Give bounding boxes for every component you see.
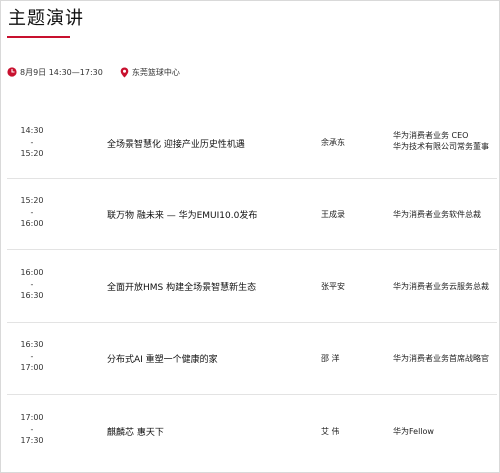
row-divider bbox=[7, 322, 497, 323]
page-title: 主题演讲 bbox=[8, 8, 84, 29]
time-end: 17:30 bbox=[20, 436, 44, 445]
time-end: 16:30 bbox=[20, 291, 44, 300]
speaker-role: 华为消费者业务软件总裁 bbox=[393, 209, 481, 220]
time-end: 15:20 bbox=[20, 149, 44, 158]
speaker-role-line: 华为技术有限公司常务董事 bbox=[393, 142, 489, 151]
session-speaker: 邵 洋 bbox=[321, 354, 340, 363]
speaker-role: 华为Fellow bbox=[393, 426, 434, 437]
event-date-text: 8月9日 14:30—17:30 bbox=[20, 67, 103, 77]
clock-icon bbox=[7, 67, 17, 77]
speaker-role: 华为消费者业务云服务总裁 bbox=[393, 281, 489, 292]
session-speaker: 张平安 bbox=[321, 282, 345, 291]
session-topic: 分布式AI 重塑一个健康的家 bbox=[107, 355, 218, 365]
session-topic: 麒麟芯 惠天下 bbox=[107, 428, 164, 438]
event-venue: 东莞篮球中心 bbox=[120, 67, 180, 78]
time-separator: - bbox=[30, 279, 34, 289]
time-end: 16:00 bbox=[20, 219, 44, 228]
event-meta: 8月9日 14:30—17:30 东莞篮球中心 bbox=[7, 65, 197, 79]
time-separator: - bbox=[30, 351, 34, 361]
time-start: 15:20 bbox=[20, 196, 44, 205]
time-end: 17:00 bbox=[20, 363, 44, 372]
speaker-role: 华为消费者业务首席战略官 bbox=[393, 353, 489, 364]
time-start: 16:00 bbox=[20, 268, 44, 277]
session-time: 15:20 - 16:00 bbox=[7, 195, 57, 230]
location-pin-icon bbox=[120, 67, 129, 77]
row-divider bbox=[7, 394, 497, 395]
session-time: 16:00 - 16:30 bbox=[7, 267, 57, 302]
session-time: 14:30 - 15:20 bbox=[7, 125, 57, 160]
time-start: 16:30 bbox=[20, 340, 44, 349]
session-time: 16:30 - 17:00 bbox=[7, 339, 57, 374]
row-divider bbox=[7, 178, 497, 179]
event-date: 8月9日 14:30—17:30 bbox=[7, 67, 103, 78]
time-separator: - bbox=[30, 424, 34, 434]
row-divider bbox=[7, 249, 497, 250]
speaker-role-line: 华为消费者业务 CEO bbox=[393, 131, 469, 140]
session-speaker: 艾 伟 bbox=[321, 427, 340, 436]
speaker-role-line: 华为消费者业务云服务总裁 bbox=[393, 282, 489, 291]
session-speaker: 王成录 bbox=[321, 210, 345, 219]
session-speaker: 余承东 bbox=[321, 138, 345, 147]
speaker-role-line: 华为消费者业务软件总裁 bbox=[393, 210, 481, 219]
event-venue-text: 东莞篮球中心 bbox=[131, 67, 180, 77]
session-topic: 全面开放HMS 构建全场景智慧新生态 bbox=[107, 283, 257, 293]
time-start: 14:30 bbox=[20, 126, 44, 135]
time-start: 17:00 bbox=[20, 413, 44, 422]
speaker-role: 华为消费者业务 CEO 华为技术有限公司常务董事 bbox=[393, 130, 489, 152]
session-time: 17:00 - 17:30 bbox=[7, 412, 57, 447]
session-topic: 联万物 融未来 — 华为EMUI10.0发布 bbox=[107, 211, 258, 221]
speaker-role-line: 华为Fellow bbox=[393, 427, 434, 436]
time-separator: - bbox=[30, 207, 34, 217]
title-underline bbox=[7, 36, 70, 38]
time-separator: - bbox=[30, 137, 34, 147]
agenda-panel: 主题演讲 8月9日 14:30—17:30 东莞篮球中心 14:30 - 15:… bbox=[0, 0, 500, 473]
speaker-role-line: 华为消费者业务首席战略官 bbox=[393, 354, 489, 363]
session-topic: 全场景智慧化 迎接产业历史性机遇 bbox=[107, 140, 245, 150]
